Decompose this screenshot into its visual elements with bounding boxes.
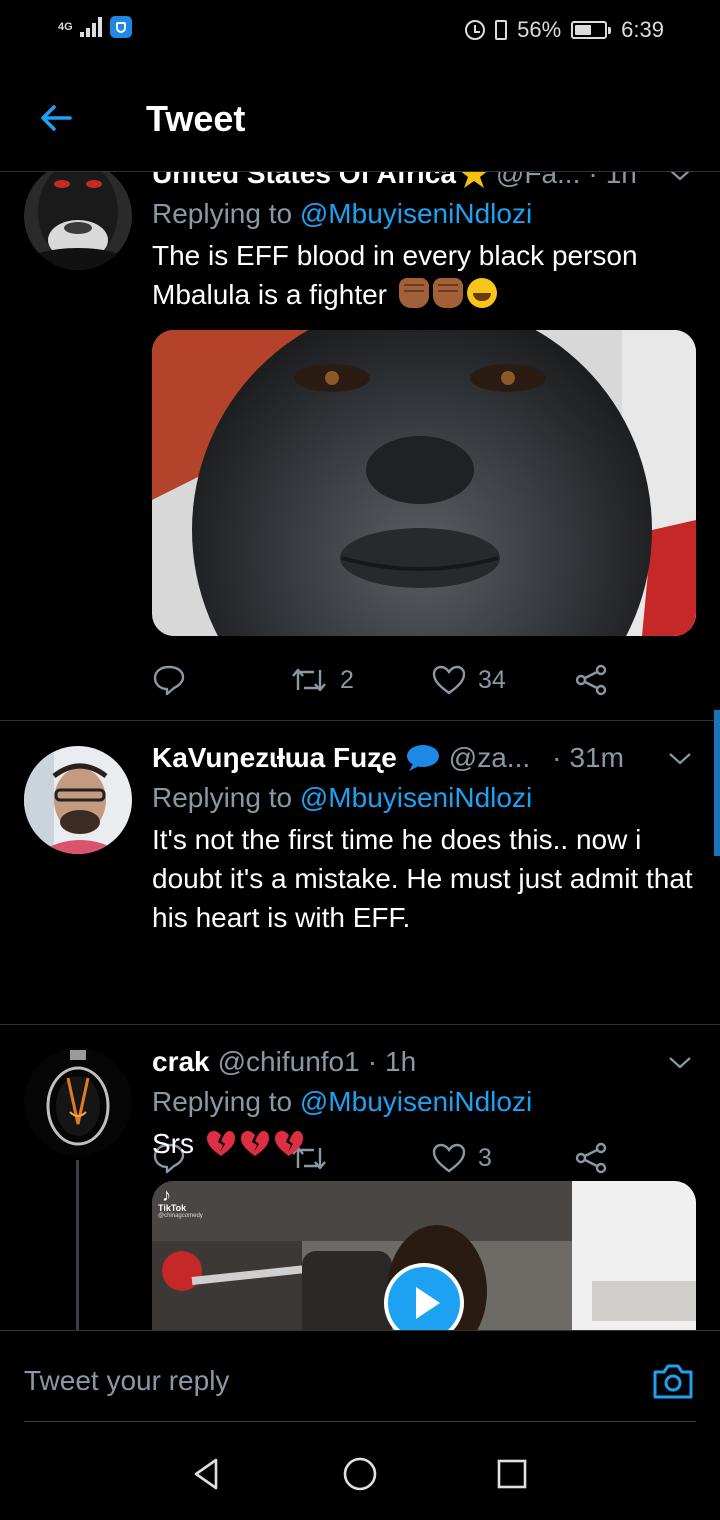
tweet-text: The is EFF blood in every black person M… (152, 236, 696, 314)
system-nav-bar (0, 1422, 720, 1520)
reply-button[interactable] (152, 664, 290, 696)
replying-to: Replying to @MbuyiseniNdlozi (152, 782, 696, 814)
raised-fist-icon (432, 278, 463, 308)
battery-percent: 56% (517, 17, 562, 42)
clock: 6:39 (621, 17, 664, 42)
replying-to: Replying to @MbuyiseniNdlozi (152, 198, 696, 230)
play-icon (416, 1287, 440, 1319)
timestamp: 1h (385, 1046, 417, 1077)
status-bar: 4G 56% 6:39 (0, 0, 720, 62)
tweet-header: crak @chifunfo1 · 1h (152, 1046, 696, 1078)
broken-heart-icon (206, 1131, 235, 1156)
replying-prefix: Replying to (152, 198, 300, 229)
raised-fist-icon (398, 278, 429, 308)
video-watermark: TikTok (158, 1203, 187, 1213)
retweet-button[interactable]: 2 (290, 664, 432, 696)
tweet-content: crak @chifunfo1 · 1h Replying to @Mbuyis… (152, 1046, 696, 1330)
scrollbar[interactable] (714, 710, 720, 856)
tweet-text: Srs (152, 1128, 194, 1159)
tweet-photo[interactable] (152, 330, 696, 636)
share-button[interactable] (574, 664, 608, 696)
timestamp: 1h (605, 172, 637, 189)
tweet-actions: 2 34 (152, 664, 622, 696)
retweet-icon (292, 668, 326, 692)
retweet-count: 2 (340, 665, 354, 694)
replying-to: Replying to @MbuyiseniNdlozi (152, 1086, 696, 1118)
tweet-content: KaVuŋezɩƗɯa Fuʐe @za... · 31m Replying t… (152, 742, 696, 937)
replying-prefix: Replying to (152, 1086, 300, 1117)
mention-link[interactable]: @MbuyiseniNdlozi (300, 198, 532, 229)
chevron-down-icon[interactable] (668, 752, 692, 766)
status-left: 4G (58, 16, 132, 38)
handle: @chifunfo1 (217, 1046, 360, 1077)
status-right: 56% 6:39 (465, 17, 664, 43)
mention-link[interactable]: @MbuyiseniNdlozi (300, 782, 532, 813)
display-name[interactable]: KaVuŋezɩƗɯa Fuʐe (152, 742, 397, 774)
avatar[interactable] (24, 1048, 132, 1156)
handle: @Fa... (495, 172, 581, 189)
reply-input[interactable]: Tweet your reply (24, 1365, 229, 1397)
tweet-text-line: The is EFF blood in every black person (152, 240, 638, 271)
separator-dot: · (552, 742, 562, 773)
vpn-shield-icon (110, 16, 132, 38)
chevron-down-icon[interactable] (668, 1056, 692, 1070)
tears-of-joy-icon (466, 278, 497, 308)
tweet-text-line: Mbalula is a fighter (152, 279, 388, 310)
vibrate-icon (495, 20, 508, 40)
video-watermark-handle: @chinagcomedy (158, 1213, 203, 1219)
tweet-text: It's not the first time he does this.. n… (152, 824, 693, 933)
back-triangle-icon[interactable] (188, 1456, 224, 1492)
tweet-header: KaVuŋezɩƗɯa Fuʐe @za... · 31m (152, 742, 696, 774)
tweet-text-line-with-emojis: Mbalula is a fighter (152, 275, 696, 314)
recents-square-icon[interactable] (494, 1456, 530, 1492)
tweet-video[interactable]: ♪ TikTok @chinagcomedy (152, 1181, 696, 1330)
display-name[interactable]: United States Of Africa (152, 172, 456, 190)
heart-icon (432, 665, 466, 695)
broken-heart-icon (274, 1131, 303, 1156)
separator-dot: · (588, 172, 598, 189)
timestamp: 31m (569, 742, 624, 773)
star-icon (461, 172, 487, 188)
tweet-text-with-emojis: Srs (152, 1124, 696, 1163)
alarm-icon (465, 20, 486, 40)
display-name[interactable]: crak (152, 1046, 210, 1078)
page-title: Tweet (146, 98, 246, 139)
replying-prefix: Replying to (152, 782, 300, 813)
chevron-down-icon[interactable] (668, 172, 692, 182)
signal-icon (80, 17, 102, 37)
avatar[interactable] (24, 746, 132, 854)
tweet-content: United States Of Africa @Fa... · 1h Repl… (152, 172, 696, 636)
thread-line (76, 1160, 79, 1330)
reply-composer: Tweet your reply (0, 1330, 720, 1422)
network-type: 4G (58, 20, 73, 33)
handle: @za... (448, 742, 531, 773)
divider (0, 1024, 720, 1025)
battery-icon (571, 21, 612, 39)
tweet-thread[interactable]: United States Of Africa @Fa... · 1h Repl… (0, 172, 720, 1330)
avatar[interactable] (24, 172, 132, 270)
speech-bubble-icon (406, 745, 439, 771)
top-app-bar: Tweet (0, 62, 720, 172)
home-circle-icon[interactable] (342, 1456, 378, 1492)
camera-icon[interactable] (652, 1361, 694, 1401)
separator-dot: · (367, 1046, 378, 1077)
play-button[interactable] (384, 1263, 464, 1330)
arrow-left-icon[interactable] (36, 98, 76, 138)
tweet-header: United States Of Africa @Fa... · 1h (152, 172, 696, 190)
reply-icon (153, 665, 185, 696)
divider (0, 720, 720, 721)
mention-link[interactable]: @MbuyiseniNdlozi (300, 1086, 532, 1117)
like-count: 34 (478, 665, 506, 694)
broken-heart-icon (240, 1131, 269, 1156)
share-icon (575, 664, 607, 696)
like-button[interactable]: 34 (432, 664, 574, 696)
